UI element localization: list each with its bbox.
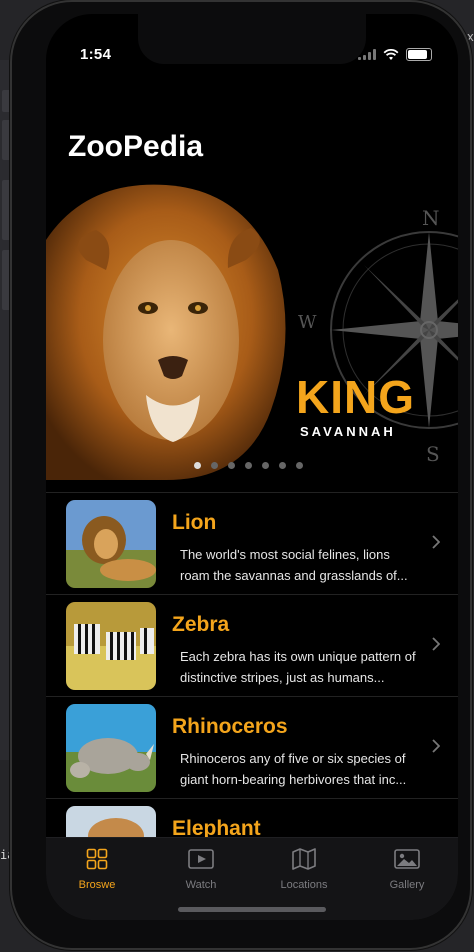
wifi-icon xyxy=(383,48,399,60)
grid-icon xyxy=(86,848,108,870)
chevron-right-icon xyxy=(432,535,440,549)
tab-locations[interactable]: Locations xyxy=(259,848,349,891)
status-time: 1:54 xyxy=(80,46,112,63)
page-indicator[interactable] xyxy=(194,462,303,469)
compass-letter-n: N xyxy=(422,206,440,230)
iphone-frame: 1:54 ZooPedia N W S KING SAVANNAH Lion T… xyxy=(10,0,472,950)
animal-description: The world's most social felines, lions r… xyxy=(180,547,408,583)
animal-name: Lion xyxy=(172,511,217,534)
map-icon xyxy=(292,848,316,870)
cellular-signal-icon xyxy=(358,49,376,60)
tab-label: Locations xyxy=(280,879,328,891)
page-dot[interactable] xyxy=(211,462,218,469)
compass-letter-w: W xyxy=(298,312,317,333)
featured-carousel[interactable]: N W S KING SAVANNAH xyxy=(46,180,458,480)
tab-label: Gallery xyxy=(389,879,425,891)
home-indicator[interactable] xyxy=(178,907,326,912)
page-dot[interactable] xyxy=(228,462,235,469)
device-notch xyxy=(138,14,366,64)
list-item-lion[interactable]: Lion The world's most social felines, li… xyxy=(46,492,458,594)
tab-watch[interactable]: Watch xyxy=(156,848,246,891)
tab-gallery[interactable]: Gallery xyxy=(362,848,452,891)
page-dot[interactable] xyxy=(245,462,252,469)
page-dot[interactable] xyxy=(296,462,303,469)
page-title: ZooPedia xyxy=(68,130,204,163)
list-item-zebra[interactable]: Zebra Each zebra has its own unique patt… xyxy=(46,594,458,696)
tab-browse[interactable]: Broswe xyxy=(52,848,142,891)
animal-name: Rhinoceros xyxy=(172,715,288,738)
battery-icon xyxy=(406,48,432,61)
status-icons xyxy=(358,48,432,61)
lion-hero-image xyxy=(46,184,286,480)
tab-label: Broswe xyxy=(78,879,116,891)
animal-description: Each zebra has its own unique pattern of… xyxy=(180,649,416,685)
compass-letter-s: S xyxy=(426,442,440,466)
photo-icon xyxy=(394,849,420,869)
rhinoceros-thumbnail xyxy=(66,704,156,792)
play-icon xyxy=(188,849,214,869)
animal-name: Zebra xyxy=(172,613,230,636)
animal-description: Rhinoceros any of five or six species of… xyxy=(180,751,407,787)
tab-label: Watch xyxy=(185,879,217,891)
chevron-right-icon xyxy=(432,637,440,651)
chevron-right-icon xyxy=(432,739,440,753)
lion-thumbnail xyxy=(66,500,156,588)
page-dot[interactable] xyxy=(194,462,201,469)
hero-headline: KING xyxy=(296,371,415,423)
page-dot[interactable] xyxy=(279,462,286,469)
page-dot[interactable] xyxy=(262,462,269,469)
list-item-rhinoceros[interactable]: Rhinoceros Rhinoceros any of five or six… xyxy=(46,696,458,798)
hero-subline: SAVANNAH xyxy=(300,424,396,439)
app-screen: 1:54 ZooPedia N W S KING SAVANNAH Lion T… xyxy=(46,14,458,920)
tab-bar: Broswe Watch Locations Gallery xyxy=(46,837,458,920)
zebra-thumbnail xyxy=(66,602,156,690)
